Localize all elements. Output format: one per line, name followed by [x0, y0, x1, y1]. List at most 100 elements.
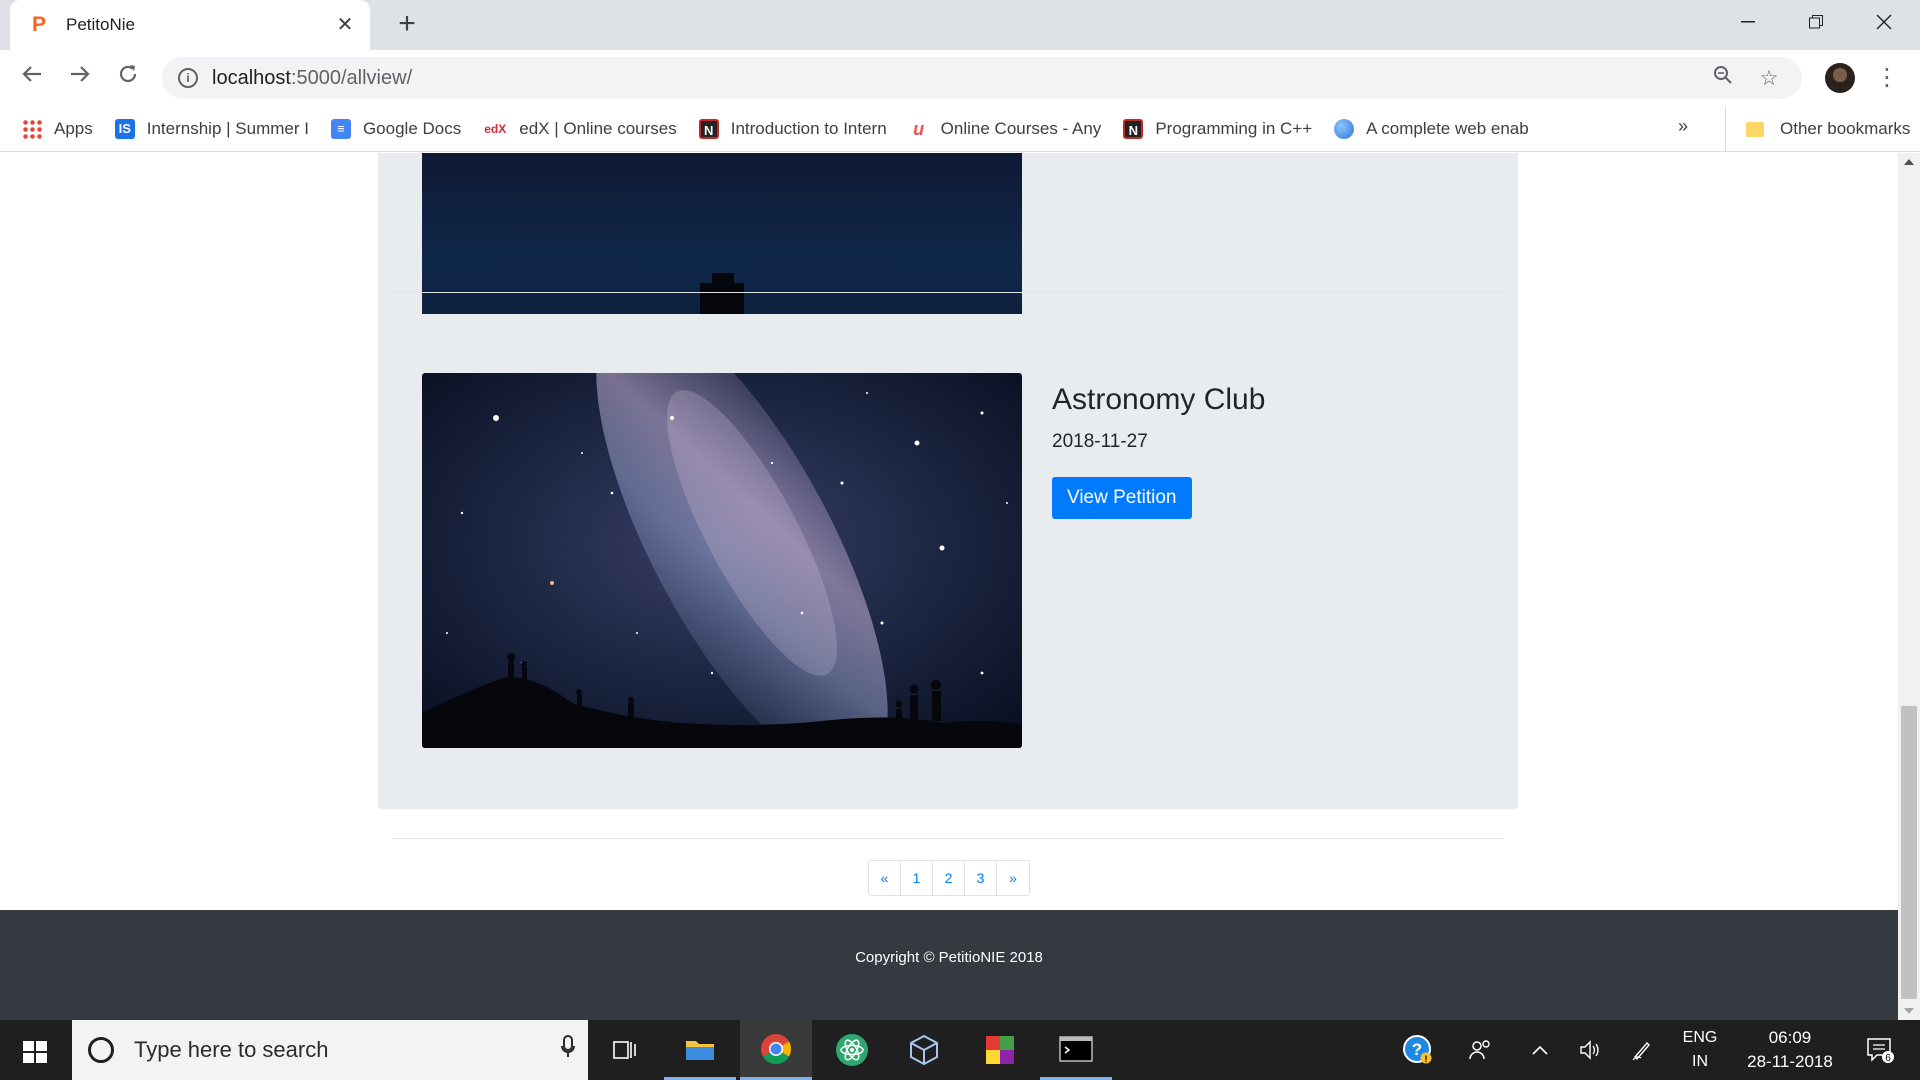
petition-date: 2018-11-27 [1052, 431, 1148, 452]
bookmark-web-enabled[interactable]: A complete web enab [1334, 118, 1529, 139]
site-footer: Copyright © PetitioNIE 2018 [0, 910, 1898, 1020]
restore-button[interactable] [1782, 0, 1850, 44]
bookmark-introduction[interactable]: N Introduction to Intern [698, 118, 887, 139]
tab-strip: P PetitoNie ✕ + [0, 0, 1920, 50]
bookmarks-overflow-button[interactable]: » [1678, 116, 1688, 137]
page-1[interactable]: 1 [901, 861, 933, 895]
petition-card-body: Astronomy Club 2018-11-27 View Petition [1052, 373, 1265, 519]
browser-menu-icon[interactable]: ⋮ [1872, 60, 1902, 96]
tab-title: PetitoNie [66, 15, 135, 34]
system-clock[interactable]: 06:09 28-11-2018 [1735, 1026, 1845, 1074]
google-docs-icon: ≡ [330, 118, 351, 139]
nptel-icon: N [1123, 118, 1144, 139]
atom-taskbar-button[interactable] [816, 1020, 888, 1080]
pen-tray-icon[interactable] [1620, 1020, 1664, 1080]
petition-image[interactable] [422, 373, 1022, 748]
magnifier-icon [1714, 66, 1732, 84]
help-tray-icon[interactable]: ?! [1396, 1020, 1440, 1080]
divider [392, 292, 1504, 293]
cortana-icon [88, 1037, 114, 1063]
forward-button[interactable] [62, 60, 98, 96]
page-next[interactable]: » [997, 861, 1029, 895]
close-window-button[interactable] [1850, 0, 1918, 44]
bookmark-apps[interactable]: Apps [22, 118, 93, 139]
close-icon [1876, 14, 1892, 30]
url-path: :5000/allview/ [290, 66, 413, 89]
page-2[interactable]: 2 [933, 861, 965, 895]
task-view-icon [613, 1041, 636, 1059]
chrome-icon [761, 1033, 792, 1064]
terminal-icon [1059, 1035, 1093, 1062]
terminal-taskbar-button[interactable] [1040, 1020, 1112, 1080]
atom-icon [836, 1034, 868, 1066]
scroll-up-icon[interactable] [1904, 159, 1914, 165]
other-bookmarks[interactable]: Other bookmarks [1725, 106, 1910, 152]
file-explorer-button[interactable] [664, 1020, 736, 1080]
browser-tab[interactable]: P PetitoNie ✕ [10, 0, 370, 50]
notification-count: 6 [1885, 1053, 1891, 1064]
back-button[interactable] [14, 60, 50, 96]
svg-text:?: ? [1412, 1040, 1422, 1059]
view-petition-button[interactable]: View Petition [1052, 477, 1192, 519]
scrollbar-thumb[interactable] [1901, 706, 1917, 999]
reload-button[interactable] [110, 60, 146, 96]
action-center-button[interactable]: 6 [1852, 1020, 1908, 1080]
bookmark-programming-cpp[interactable]: N Programming in C++ [1123, 118, 1312, 139]
zoom-icon[interactable] [1706, 65, 1740, 91]
folder-icon [686, 1040, 714, 1060]
show-hidden-icons-button[interactable] [1518, 1020, 1562, 1080]
taskbar-search[interactable]: Type here to search [72, 1020, 588, 1080]
winrar-taskbar-button[interactable] [964, 1020, 1036, 1080]
apps-grid-icon [22, 118, 42, 139]
bookmark-google-docs[interactable]: ≡ Google Docs [330, 118, 461, 139]
edx-icon: edX [484, 121, 507, 136]
bookmarks-bar: Apps IS Internship | Summer I ≡ Google D… [0, 106, 1920, 152]
minimize-icon [1741, 21, 1755, 23]
microphone-icon[interactable] [548, 1035, 588, 1065]
help-icon: ?! [1403, 1035, 1432, 1064]
url-host: localhost [212, 66, 291, 89]
speaker-icon [1580, 1040, 1599, 1060]
folder-icon [1746, 121, 1764, 137]
clock-time: 06:09 [1768, 1028, 1812, 1047]
pen-icon [1632, 1041, 1650, 1061]
colorful-app-icon [986, 1036, 1014, 1064]
start-button[interactable] [0, 1020, 70, 1080]
petition-card: Astronomy Club 2018-11-27 View Petition [378, 314, 1518, 809]
people-tray-icon[interactable] [1458, 1020, 1502, 1080]
restore-icon [1809, 15, 1823, 29]
people-icon [1469, 1040, 1490, 1060]
task-view-button[interactable] [588, 1020, 660, 1080]
site-info-icon[interactable]: i [178, 68, 198, 88]
clock-date: 28-11-2018 [1747, 1052, 1833, 1071]
site-favicon-icon: P [32, 13, 47, 36]
scroll-down-icon[interactable] [1904, 1008, 1914, 1014]
virtualbox-icon [910, 1034, 938, 1066]
page-3[interactable]: 3 [965, 861, 997, 895]
svg-text:!: ! [1425, 1054, 1428, 1064]
mic-glyph-icon [561, 1035, 575, 1057]
page-prev[interactable]: « [869, 861, 901, 895]
arrow-left-icon [22, 66, 41, 82]
chevron-up-icon [1532, 1045, 1548, 1055]
bookmark-star-icon[interactable]: ☆ [1752, 66, 1786, 91]
address-bar[interactable]: i localhost:5000/allview/ ☆ [162, 57, 1802, 99]
internshala-icon: IS [114, 118, 135, 139]
milky-way-image [422, 373, 1022, 748]
volume-tray-icon[interactable] [1568, 1020, 1612, 1080]
bookmark-online-courses[interactable]: u Online Courses - Any [909, 119, 1101, 139]
virtualbox-taskbar-button[interactable] [888, 1020, 960, 1080]
tab-close-icon[interactable]: ✕ [334, 14, 356, 36]
divider [392, 838, 1504, 839]
globe-icon [1334, 118, 1355, 139]
profile-avatar[interactable] [1825, 63, 1855, 93]
bookmark-internship[interactable]: IS Internship | Summer I [114, 118, 309, 139]
page-viewport: Astronomy Club 2018-11-27 View Petition … [0, 153, 1898, 1020]
chrome-taskbar-button[interactable] [740, 1020, 812, 1080]
bookmark-edx[interactable]: edX edX | Online courses [483, 119, 677, 139]
language-indicator[interactable]: ENG IN [1678, 1026, 1722, 1074]
windows-logo-icon [23, 1041, 47, 1063]
minimize-button[interactable] [1714, 0, 1782, 44]
page-scrollbar[interactable] [1898, 153, 1920, 1020]
new-tab-button[interactable]: + [390, 8, 424, 42]
